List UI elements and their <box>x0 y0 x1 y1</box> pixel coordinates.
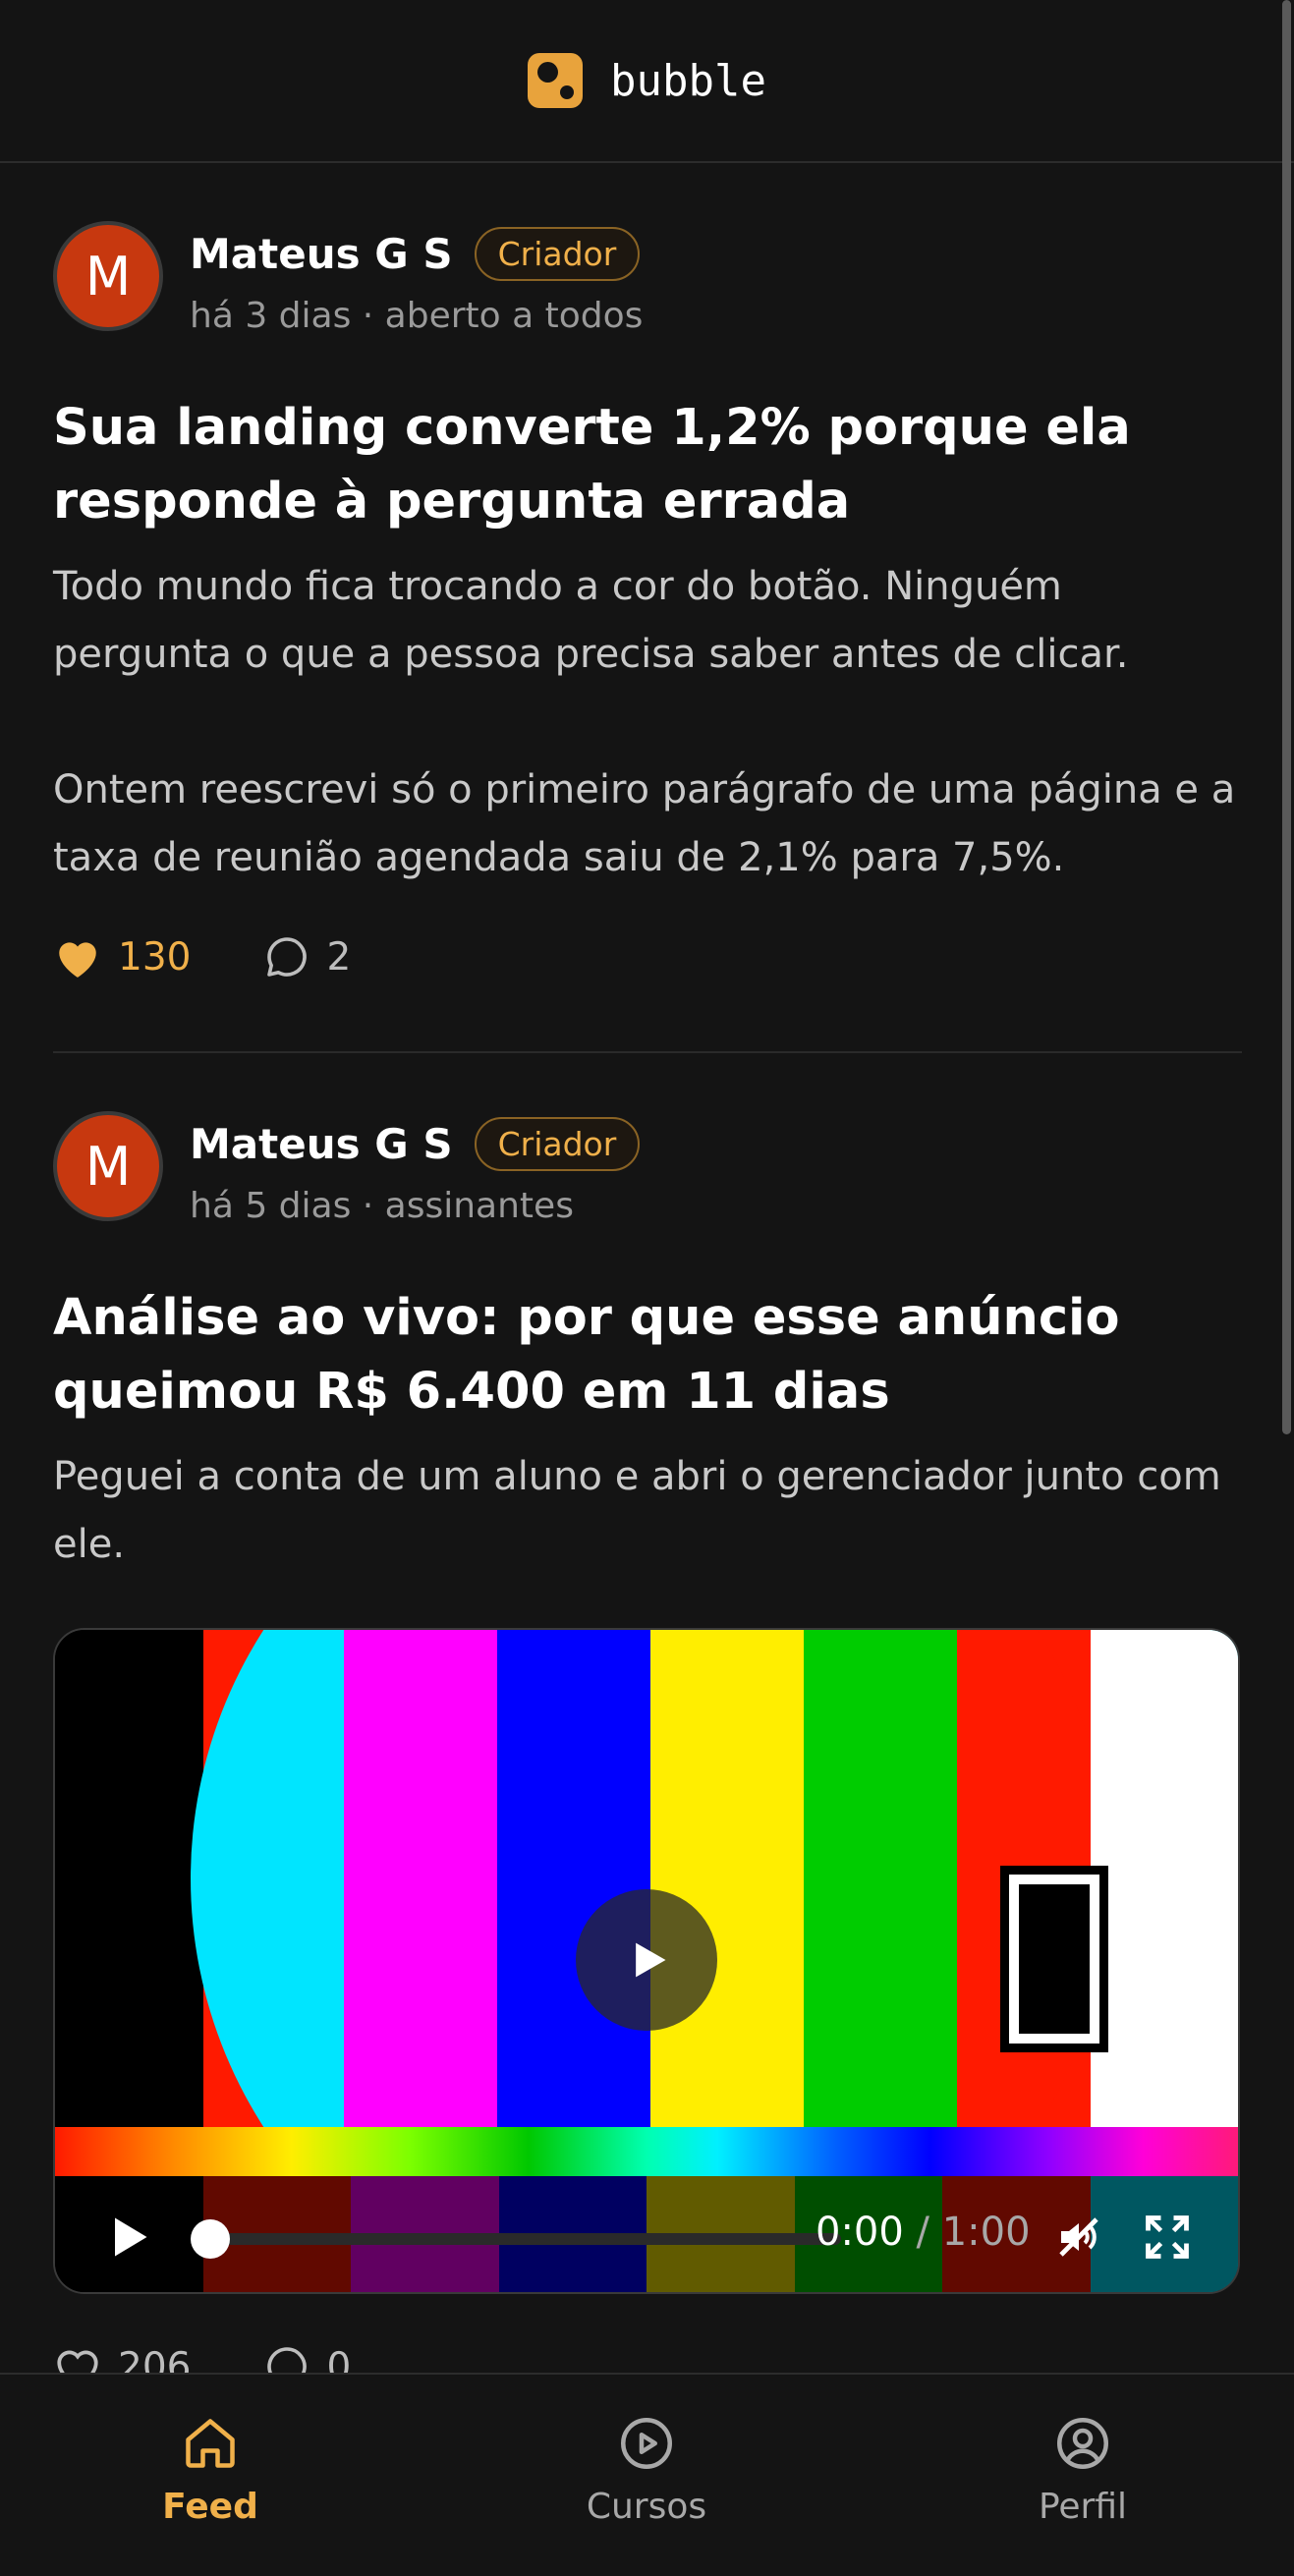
post-divider <box>53 1051 1242 1053</box>
avatar[interactable]: M <box>53 221 163 331</box>
play-circle-icon <box>621 2418 672 2469</box>
test-pattern-circle <box>191 1630 1110 2127</box>
comment-icon <box>267 937 308 977</box>
author-name[interactable]: Mateus G S <box>190 1120 453 1168</box>
bottom-nav: Feed Cursos Perfil <box>0 2373 1294 2576</box>
creator-badge: Criador <box>474 1117 641 1171</box>
post-body: Peguei a conta de um aluno e abri o gere… <box>53 1443 1242 1579</box>
post-card[interactable]: M Mateus G S Criador há 5 dias · assinan… <box>53 1111 1242 2390</box>
video-progress-knob[interactable] <box>191 2219 230 2259</box>
post-meta: há 3 dias · aberto a todos <box>190 296 644 336</box>
video-play-button[interactable] <box>102 2212 153 2267</box>
video-controls: 0:00 / 1:00 <box>55 2190 1238 2284</box>
app-name: bubble <box>610 55 766 106</box>
brand[interactable]: bubble <box>528 53 766 108</box>
comment-count: 2 <box>326 934 352 980</box>
top-bar: bubble <box>0 0 1294 163</box>
color-spectrum-bar <box>55 2127 1238 2176</box>
fullscreen-icon <box>1146 2215 1189 2259</box>
author-name[interactable]: Mateus G S <box>190 230 453 278</box>
video-time: 0:00 / 1:00 <box>816 2210 1031 2255</box>
video-player[interactable]: 0:00 / 1:00 <box>53 1628 1240 2294</box>
post-paragraph: Ontem reescrevi só o primeiro parágrafo … <box>53 767 1236 880</box>
creator-badge: Criador <box>474 227 641 281</box>
video-current-time: 0:00 <box>816 2210 904 2255</box>
home-icon <box>186 2419 235 2468</box>
play-icon <box>636 1942 666 1978</box>
post-meta: há 5 dias · assinantes <box>190 1186 574 1226</box>
mute-button[interactable] <box>1055 2213 1102 2265</box>
user-circle-icon <box>1057 2418 1108 2469</box>
video-progress-bar[interactable] <box>212 2233 841 2245</box>
segment-digit <box>1000 1866 1108 2052</box>
post-paragraph: Todo mundo fica trocando a cor do botão.… <box>53 564 1129 677</box>
comment-button[interactable]: 2 <box>263 933 351 980</box>
mute-icon <box>1059 2217 1098 2257</box>
like-button[interactable]: 130 <box>53 934 191 980</box>
nav-label-feed: Feed <box>162 2487 258 2527</box>
nav-label-cursos: Cursos <box>586 2487 707 2527</box>
nav-item-cursos[interactable]: Cursos <box>538 2414 755 2527</box>
bubble-logo-icon <box>528 53 584 108</box>
scrollbar-thumb[interactable] <box>1282 0 1291 1434</box>
nav-item-feed[interactable]: Feed <box>102 2414 318 2527</box>
nav-item-perfil[interactable]: Perfil <box>975 2414 1191 2527</box>
scrollbar[interactable] <box>1280 0 1294 2373</box>
post-card[interactable]: M Mateus G S Criador há 3 dias · aberto … <box>53 221 1242 980</box>
like-count: 130 <box>118 934 192 980</box>
heart-filled-icon <box>59 942 96 978</box>
post-body: Todo mundo fica trocando a cor do botão.… <box>53 553 1242 892</box>
play-icon <box>115 2217 147 2257</box>
post-title[interactable]: Análise ao vivo: por que esse anúncio qu… <box>53 1281 1242 1428</box>
post-actions: 130 2 <box>53 933 1242 980</box>
video-duration: 1:00 <box>941 2210 1031 2255</box>
post-header: M Mateus G S Criador há 3 dias · aberto … <box>53 221 1242 344</box>
avatar[interactable]: M <box>53 1111 163 1221</box>
fullscreen-button[interactable] <box>1142 2212 1193 2267</box>
post-title[interactable]: Sua landing converte 1,2% porque ela res… <box>53 391 1242 538</box>
video-play-overlay-button[interactable] <box>576 1889 717 2031</box>
post-paragraph: Peguei a conta de um aluno e abri o gere… <box>53 1454 1221 1567</box>
nav-label-perfil: Perfil <box>1038 2487 1128 2527</box>
post-header: M Mateus G S Criador há 5 dias · assinan… <box>53 1111 1242 1234</box>
